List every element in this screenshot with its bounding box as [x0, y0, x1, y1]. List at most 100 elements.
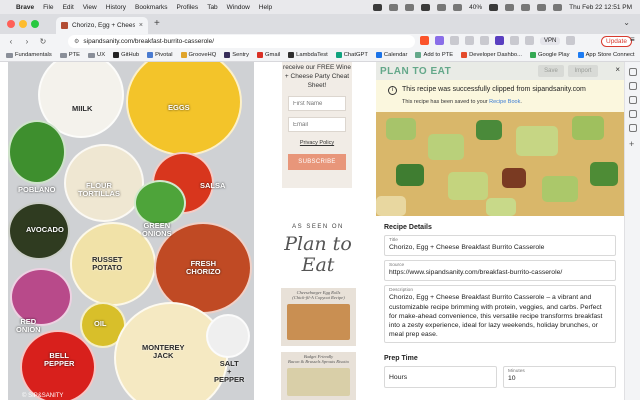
label-oil: OIL — [94, 319, 107, 328]
notion-icon[interactable] — [373, 3, 383, 11]
reading-list-icon[interactable] — [629, 68, 637, 76]
bookmark-pte[interactable]: PTE — [59, 52, 80, 58]
menu-file[interactable]: File — [43, 4, 53, 11]
forward-button[interactable]: › — [22, 37, 32, 46]
bookmark-lambdatest[interactable]: LambdaTest — [288, 52, 328, 58]
url-text[interactable]: sipandsanity.com/breakfast-burrito-casse… — [83, 38, 214, 45]
reload-button[interactable]: ↻ — [38, 37, 48, 46]
update-button[interactable]: Update — [601, 36, 632, 47]
egg-chunk — [376, 196, 406, 216]
bookmark-pivotal[interactable]: Pivotal — [147, 52, 173, 58]
wallet-icon[interactable] — [629, 124, 637, 132]
address-bar[interactable]: ⚙ sipandsanity.com/breakfast-burrito-cas… — [68, 35, 415, 48]
tab-strip: Chorizo, Egg + Cheese Breakfast Burrito … — [0, 14, 640, 34]
browser-menu-icon[interactable]: ≡ — [630, 35, 635, 44]
menu-bookmarks[interactable]: Bookmarks — [135, 4, 168, 11]
bookmark-developer-dashboard[interactable]: Developer Dashbo... — [461, 52, 522, 58]
bookmark-label: Calendar — [383, 52, 408, 58]
sidebar-toggle-icon[interactable] — [495, 36, 504, 45]
bookmark-fundamentals[interactable]: Fundamentals — [6, 52, 52, 58]
label-russet-potato: RUSSET POTATO — [92, 255, 123, 272]
subscribe-button[interactable]: SUBSCRIBE — [288, 154, 346, 171]
related-post-thumbnail[interactable]: Budget Friendly Bacon & Brussels Sprouts… — [281, 352, 356, 400]
leo-icon[interactable] — [629, 110, 637, 118]
label-eggs: EGGS — [168, 103, 190, 112]
hours-field[interactable]: Hours — [384, 366, 497, 389]
hours-placeholder[interactable]: Hours — [389, 373, 492, 382]
menu-help[interactable]: Help — [259, 4, 272, 11]
import-button[interactable]: Import — [568, 65, 598, 77]
bookmark-chatgpt[interactable]: ChatGPT — [335, 52, 368, 58]
bookmark-gmail[interactable]: Gmail — [257, 52, 280, 58]
close-panel-icon[interactable]: × — [615, 65, 620, 74]
plan-to-eat-logo[interactable]: Plan to Eat — [268, 234, 368, 276]
menu-edit[interactable]: Edit — [63, 4, 74, 11]
bookmark-ux[interactable]: UX — [88, 52, 105, 58]
menu-profiles[interactable]: Profiles — [177, 4, 199, 11]
description-field[interactable]: Description Chorizo, Egg + Cheese Breakf… — [384, 285, 616, 344]
menu-app-name[interactable]: Brave — [16, 4, 34, 11]
wallet-icon[interactable] — [566, 36, 576, 45]
close-window-button[interactable] — [7, 20, 15, 28]
menu-window[interactable]: Window — [227, 4, 250, 11]
menu-view[interactable]: View — [83, 4, 97, 11]
bookmark-groovehq[interactable]: GrooveHQ — [180, 52, 216, 58]
bookmark-add-to-pte[interactable]: Add to PTE — [415, 52, 453, 58]
back-button[interactable]: ‹ — [6, 37, 16, 46]
zoom-window-button[interactable] — [31, 20, 39, 28]
site-info-icon[interactable]: ⚙ — [74, 38, 79, 45]
menu-history[interactable]: History — [106, 4, 126, 11]
vpn-button[interactable]: VPN — [540, 36, 561, 45]
bookmark-sentry[interactable]: Sentry — [224, 52, 249, 58]
notice-subtext-prefix: This recipe has been saved to your — [402, 99, 490, 105]
title-value[interactable]: Chorizo, Egg + Cheese Breakfast Burrito … — [389, 243, 611, 252]
email-field[interactable] — [288, 117, 346, 133]
tab-close-icon[interactable]: × — [139, 22, 143, 29]
menu-tab[interactable]: Tab — [207, 4, 217, 11]
brave-shields-icon[interactable] — [420, 36, 429, 45]
recipe-book-link[interactable]: Recipe Book — [489, 99, 520, 105]
history-icon[interactable] — [629, 96, 637, 104]
brave-rewards-icon[interactable] — [435, 36, 444, 45]
description-value[interactable]: Chorizo, Egg + Cheese Breakfast Burrito … — [389, 293, 611, 339]
minutes-field[interactable]: Minutes 10 — [503, 366, 616, 389]
screen-icon[interactable] — [389, 3, 399, 11]
avocado-chunk — [542, 176, 578, 202]
tab-search-dropdown-icon[interactable]: ⌄ — [623, 18, 630, 27]
source-value[interactable]: https://www.sipandsanity.com/breakfast-b… — [389, 268, 611, 277]
privacy-policy-link[interactable]: Privacy Policy — [282, 140, 352, 146]
battery-icon[interactable] — [489, 3, 499, 11]
minutes-value[interactable]: 10 — [508, 374, 611, 383]
source-field[interactable]: Source https://www.sipandsanity.com/brea… — [384, 260, 616, 282]
menu-bar-clock[interactable]: Thu Feb 22 12:51 PM — [569, 4, 632, 11]
extension-icon[interactable] — [450, 36, 459, 45]
extension-icon[interactable] — [510, 36, 519, 45]
bookmark-label: Gmail — [265, 52, 281, 58]
control-center-icon[interactable] — [537, 3, 547, 11]
bookmark-app-store-connect[interactable]: App Store Connect — [577, 52, 635, 58]
extensions-puzzle-icon[interactable] — [525, 36, 534, 45]
save-button[interactable]: Save — [538, 65, 564, 77]
siri-icon[interactable] — [553, 3, 563, 11]
bookmark-calendar[interactable]: Calendar — [375, 52, 408, 58]
add-icon[interactable]: + — [629, 140, 637, 149]
search-icon[interactable] — [521, 3, 531, 11]
as-seen-on-heading: AS SEEN ON — [292, 224, 344, 230]
folder-icon — [6, 52, 13, 58]
bookmarks-icon[interactable] — [629, 82, 637, 90]
related-post-thumbnail[interactable]: Cheeseburger Egg Rolls (Chick-fil-A Copy… — [281, 288, 356, 346]
bookmark-google-play[interactable]: Google Play — [529, 52, 570, 58]
minimize-window-button[interactable] — [19, 20, 27, 28]
extension-icon[interactable] — [480, 36, 489, 45]
dropbox-icon[interactable] — [421, 3, 431, 11]
bookmark-github[interactable]: GitHub — [113, 52, 139, 58]
first-name-field[interactable] — [288, 96, 346, 112]
title-field[interactable]: Title Chorizo, Egg + Cheese Breakfast Bu… — [384, 235, 616, 257]
bluetooth-icon[interactable] — [437, 3, 447, 11]
tab-active[interactable]: Chorizo, Egg + Cheese Breakfast Burrito … — [56, 17, 148, 34]
new-tab-button[interactable]: + — [154, 18, 160, 29]
display-icon[interactable] — [405, 3, 415, 11]
wifi-icon[interactable] — [505, 3, 515, 11]
volume-icon[interactable] — [453, 3, 463, 11]
extension-icon[interactable] — [465, 36, 474, 45]
